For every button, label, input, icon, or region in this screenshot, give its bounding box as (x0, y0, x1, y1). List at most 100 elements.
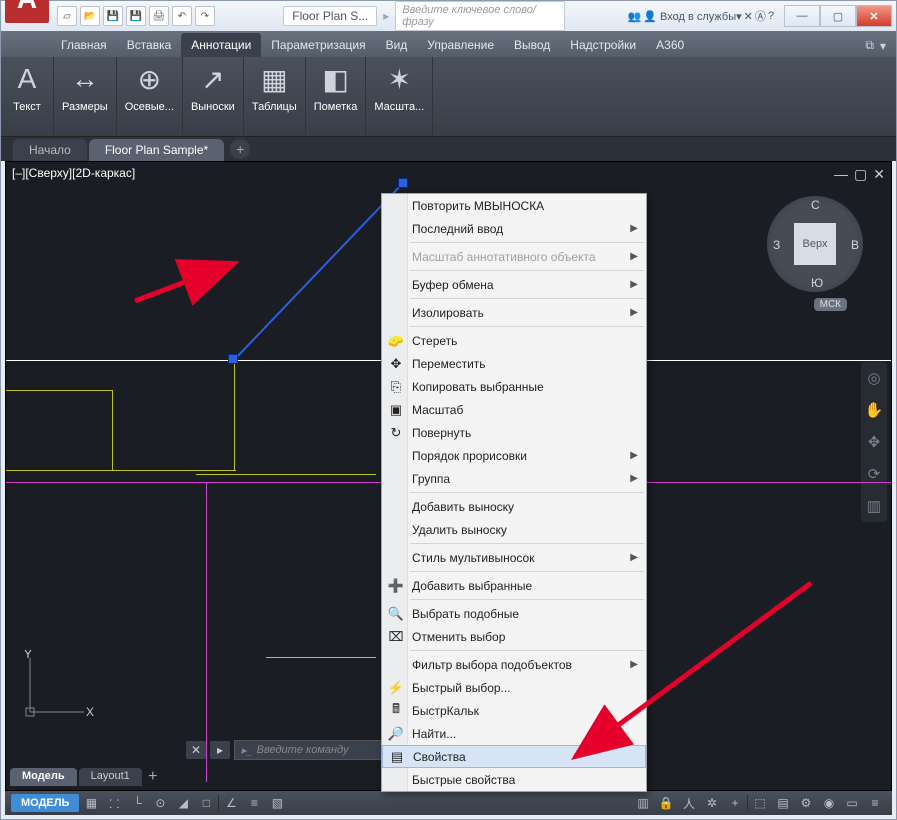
feature-icon[interactable]: ⧉ (865, 38, 874, 53)
selection-cycling-icon[interactable]: ▥ (632, 793, 654, 813)
context-menu-item[interactable]: Последний ввод▶ (382, 217, 646, 240)
ucs-icon[interactable]: X Y (24, 650, 94, 720)
layout-tab-layout1[interactable]: Layout1 (79, 768, 142, 786)
tab-add-button[interactable]: + (230, 139, 250, 159)
grid-icon[interactable]: ▦ (80, 793, 102, 813)
ribbon-tab-главная[interactable]: Главная (51, 33, 117, 57)
osnap-icon[interactable]: □ (195, 793, 217, 813)
context-menu-item[interactable]: Удалить выноску (382, 518, 646, 541)
context-menu-item[interactable]: Группа▶ (382, 467, 646, 490)
customize-status-icon[interactable]: ≡ (864, 793, 886, 813)
ribbon-tab-надстройки[interactable]: Надстройки (560, 33, 646, 57)
transparency-icon[interactable]: ▧ (266, 793, 288, 813)
viewcube[interactable]: Верх С Ю В З (767, 196, 863, 292)
viewcube-face[interactable]: Верх (794, 223, 836, 265)
cmdline-close-icon[interactable]: ✕ (186, 741, 206, 759)
ribbon-group-[interactable]: AТекст (1, 57, 54, 136)
ribbon-tab-управление[interactable]: Управление (417, 33, 504, 57)
app-menu-button[interactable]: A (5, 0, 49, 23)
viewcube-west[interactable]: З (773, 238, 780, 252)
save-icon[interactable]: 💾 (103, 6, 123, 26)
context-menu-item[interactable]: ⎘Копировать выбранные (382, 375, 646, 398)
ortho-icon[interactable]: └ (126, 793, 148, 813)
ribbon-tab-a360[interactable]: A360 (646, 33, 694, 57)
steering-wheel-icon[interactable]: ◎ (864, 368, 884, 388)
pan-icon[interactable]: ✋ (864, 400, 884, 420)
otrack-icon[interactable]: ∠ (220, 793, 242, 813)
context-menu-item[interactable]: ⌧Отменить выбор (382, 625, 646, 648)
grip-point[interactable] (228, 354, 238, 364)
context-menu-item[interactable]: 🧽Стереть (382, 329, 646, 352)
lineweight-icon[interactable]: ≡ (243, 793, 265, 813)
context-menu-item[interactable]: Стиль мультивыносок▶ (382, 546, 646, 569)
redo-icon[interactable]: ↷ (195, 6, 215, 26)
view-label[interactable]: [–][Сверху][2D-каркас] (12, 166, 135, 180)
zoom-extents-icon[interactable]: ✥ (864, 432, 884, 452)
context-menu-item[interactable]: ➕Добавить выбранные (382, 574, 646, 597)
context-menu-item[interactable]: ▤Свойства (382, 745, 646, 768)
context-menu-item[interactable]: Добавить выноску (382, 495, 646, 518)
wcs-label[interactable]: МСК (814, 298, 847, 311)
vp-close-icon[interactable]: ✕ (873, 166, 885, 183)
exchange-icon[interactable]: ✕ (744, 10, 753, 23)
ribbon-group-[interactable]: ▦Таблицы (244, 57, 306, 136)
ribbon-tab-вставка[interactable]: Вставка (117, 33, 182, 57)
context-menu-item[interactable]: 🔎Найти... (382, 722, 646, 745)
undo-icon[interactable]: ↶ (172, 6, 192, 26)
viewcube-south[interactable]: Ю (811, 276, 823, 290)
context-menu-item[interactable]: ↻Повернуть (382, 421, 646, 444)
layout-add-button[interactable]: + (144, 768, 162, 786)
ribbon-group-[interactable]: ↔Размеры (54, 57, 117, 136)
open-icon[interactable]: 📂 (80, 6, 100, 26)
tab-start[interactable]: Начало (13, 139, 87, 161)
grip-point[interactable] (398, 178, 408, 188)
help-icon[interactable]: ? (768, 10, 774, 22)
minimize-button[interactable]: — (784, 5, 820, 27)
signin-button[interactable]: 👤 Вход в службы▾ (643, 10, 741, 23)
saveas-icon[interactable]: 💾 (126, 6, 146, 26)
ribbon-group-[interactable]: ↗Выноски (183, 57, 244, 136)
context-menu-item[interactable]: 🔍Выбрать подобные (382, 602, 646, 625)
search-input[interactable]: Введите ключевое слово/фразу (395, 1, 565, 31)
viewcube-east[interactable]: В (851, 238, 859, 252)
ribbon-minimize-icon[interactable]: ▾ (880, 39, 886, 53)
annoscale-dropdown[interactable]: 人 (678, 793, 700, 813)
polar-icon[interactable]: ⊙ (149, 793, 171, 813)
context-menu-item[interactable]: Фильтр выбора подобъектов▶ (382, 653, 646, 676)
plot-icon[interactable]: 🖨 (149, 6, 169, 26)
viewcube-north[interactable]: С (811, 198, 820, 212)
maximize-button[interactable]: ▢ (820, 5, 856, 27)
context-menu-item[interactable]: Буфер обмена▶ (382, 273, 646, 296)
context-menu-item[interactable]: ▣Масштаб (382, 398, 646, 421)
snap-icon[interactable]: ⸬ (103, 793, 125, 813)
ribbon-tab-вывод[interactable]: Вывод (504, 33, 560, 57)
a360-icon[interactable]: Ⓐ (755, 8, 766, 24)
layout-tab-model[interactable]: Модель (10, 768, 77, 786)
context-menu-item[interactable]: Порядок прорисовки▶ (382, 444, 646, 467)
tab-active-doc[interactable]: Floor Plan Sample* (89, 139, 224, 161)
annotation-scale-icon[interactable]: 🔒 (655, 793, 677, 813)
cmdline-customize-icon[interactable]: ▸ (210, 741, 230, 759)
vp-maximize-icon[interactable]: ▢ (854, 166, 867, 183)
orbit-icon[interactable]: ⟳ (864, 464, 884, 484)
ribbon-tab-аннотации[interactable]: Аннотации (181, 33, 261, 57)
ribbon-tab-параметризация[interactable]: Параметризация (261, 33, 375, 57)
isodraft-icon[interactable]: ◢ (172, 793, 194, 813)
annotation-monitor-icon[interactable]: + (724, 793, 746, 813)
ribbon-group-[interactable]: ⊕Осевые... (117, 57, 183, 136)
context-menu-item[interactable]: Повторить МВЫНОСКА (382, 194, 646, 217)
workspace-icon[interactable]: ✲ (701, 793, 723, 813)
context-menu-item[interactable]: 🖩БыстрКальк (382, 699, 646, 722)
context-menu-item[interactable]: Изолировать▶ (382, 301, 646, 324)
ribbon-group-[interactable]: ◧Пометка (306, 57, 367, 136)
isolate-objects-icon[interactable]: ◉ (818, 793, 840, 813)
ribbon-group-[interactable]: ✶Масшта... (366, 57, 433, 136)
context-menu-item[interactable]: Быстрые свойства (382, 768, 646, 791)
model-space-button[interactable]: МОДЕЛЬ (11, 794, 79, 812)
quickproperties-icon[interactable]: ▤ (772, 793, 794, 813)
vp-minimize-icon[interactable]: — (834, 166, 848, 183)
infocenter-icon[interactable]: 👥 (628, 10, 642, 23)
new-icon[interactable]: ▱ (57, 6, 77, 26)
ribbon-tab-вид[interactable]: Вид (376, 33, 418, 57)
showmotion-icon[interactable]: ▥ (864, 496, 884, 516)
